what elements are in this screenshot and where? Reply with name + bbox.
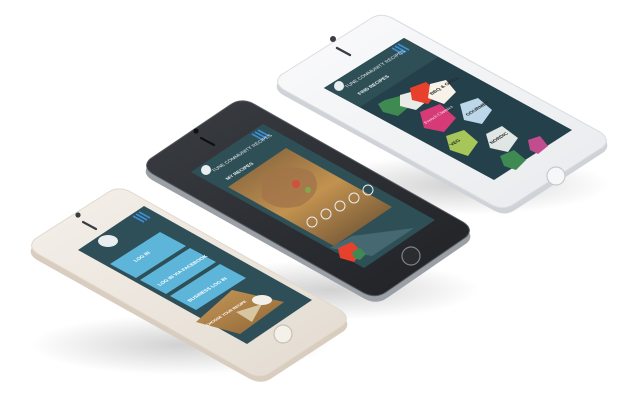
ingredient-image: [252, 295, 272, 305]
logo-icon: [98, 235, 118, 247]
front-camera-icon: [330, 36, 336, 42]
home-button[interactable]: [401, 246, 421, 266]
front-camera-icon: [193, 128, 199, 134]
front-camera-icon: [75, 212, 81, 218]
phone-mockup-scene: TUNE COMMUNITY RECIPES FIND RECIPES BBQ …: [30, 14, 610, 382]
home-button[interactable]: [273, 324, 293, 344]
home-button[interactable]: [546, 166, 566, 186]
